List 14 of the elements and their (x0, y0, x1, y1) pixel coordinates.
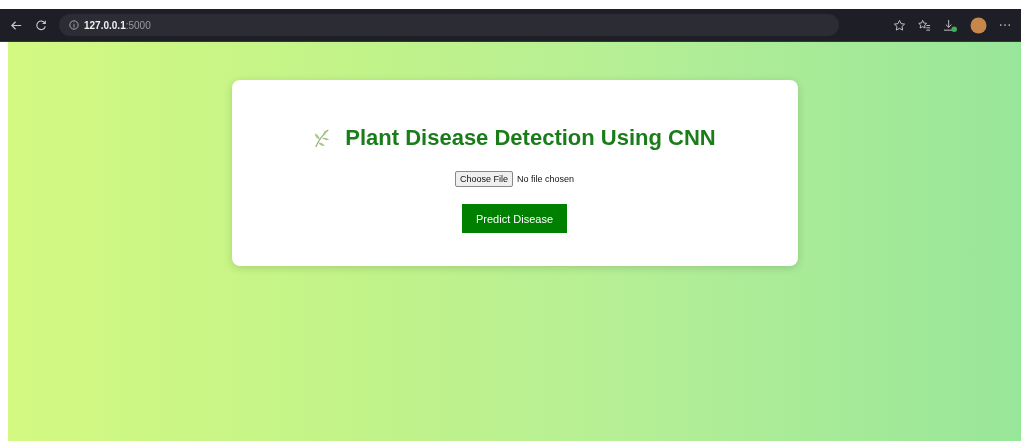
favorites-icon[interactable] (918, 18, 931, 32)
more-icon[interactable] (999, 23, 1011, 27)
star-icon[interactable] (893, 18, 906, 32)
page-title: Plant Disease Detection Using CNN (345, 125, 716, 151)
leaf-sprig-icon (313, 128, 332, 148)
reload-icon[interactable] (35, 19, 47, 31)
info-icon[interactable] (69, 20, 79, 30)
url-text: 127.0.0.1:5000 (84, 19, 151, 31)
choose-file-button[interactable]: Choose File (454, 171, 513, 187)
profile-avatar-icon[interactable] (970, 16, 987, 34)
predict-disease-button[interactable]: Predict Disease (462, 204, 567, 233)
download-icon[interactable] (943, 18, 958, 32)
address-bar[interactable]: 127.0.0.1:5000 (59, 14, 839, 36)
file-status-text: No file chosen (517, 174, 575, 184)
